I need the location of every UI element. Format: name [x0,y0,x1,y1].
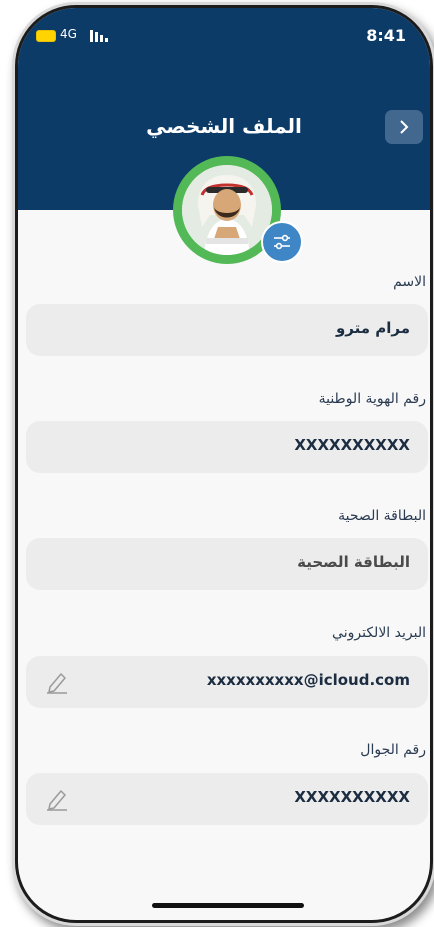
mobile-value: XXXXXXXXXX [294,788,410,806]
health-card-field[interactable]: البطاقة الصحية [26,538,428,590]
avatar-image [182,165,272,255]
mobile-label: رقم الجوال [360,742,426,758]
page-title: الملف الشخصي [146,114,302,138]
clock: 8:41 [366,26,406,45]
status-bar: 4G 8:41 [18,26,430,50]
edit-photo-button[interactable] [261,221,303,263]
name-label: الاسم [393,274,426,290]
health-card-value: البطاقة الصحية [297,553,410,571]
mobile-field[interactable]: XXXXXXXXXX [26,773,428,825]
national-id-value: XXXXXXXXXX [294,436,410,454]
name-value: مرام مترو [335,319,410,337]
health-card-label: البطاقة الصحية [338,508,426,524]
battery-icon [36,30,56,42]
national-id-field: XXXXXXXXXX [26,421,428,473]
phone-frame: 4G 8:41 الملف الشخصي الاسم مرام مترو رقم… [18,8,430,920]
home-indicator[interactable] [152,903,304,908]
pencil-icon[interactable] [44,670,70,694]
signal-icon [90,30,108,42]
email-field[interactable]: xxxxxxxxxx@icloud.com [26,656,428,708]
email-value: xxxxxxxxxx@icloud.com [206,671,410,689]
name-field: مرام مترو [26,304,428,356]
chevron-right-icon [400,120,409,134]
back-button[interactable] [385,110,423,144]
national-id-label: رقم الهوية الوطنية [318,391,426,407]
sliders-icon [274,234,290,250]
pencil-icon[interactable] [44,787,70,811]
avatar[interactable] [182,165,272,255]
network-type: 4G [60,27,77,41]
email-label: البريد الالكتروني [332,625,426,641]
